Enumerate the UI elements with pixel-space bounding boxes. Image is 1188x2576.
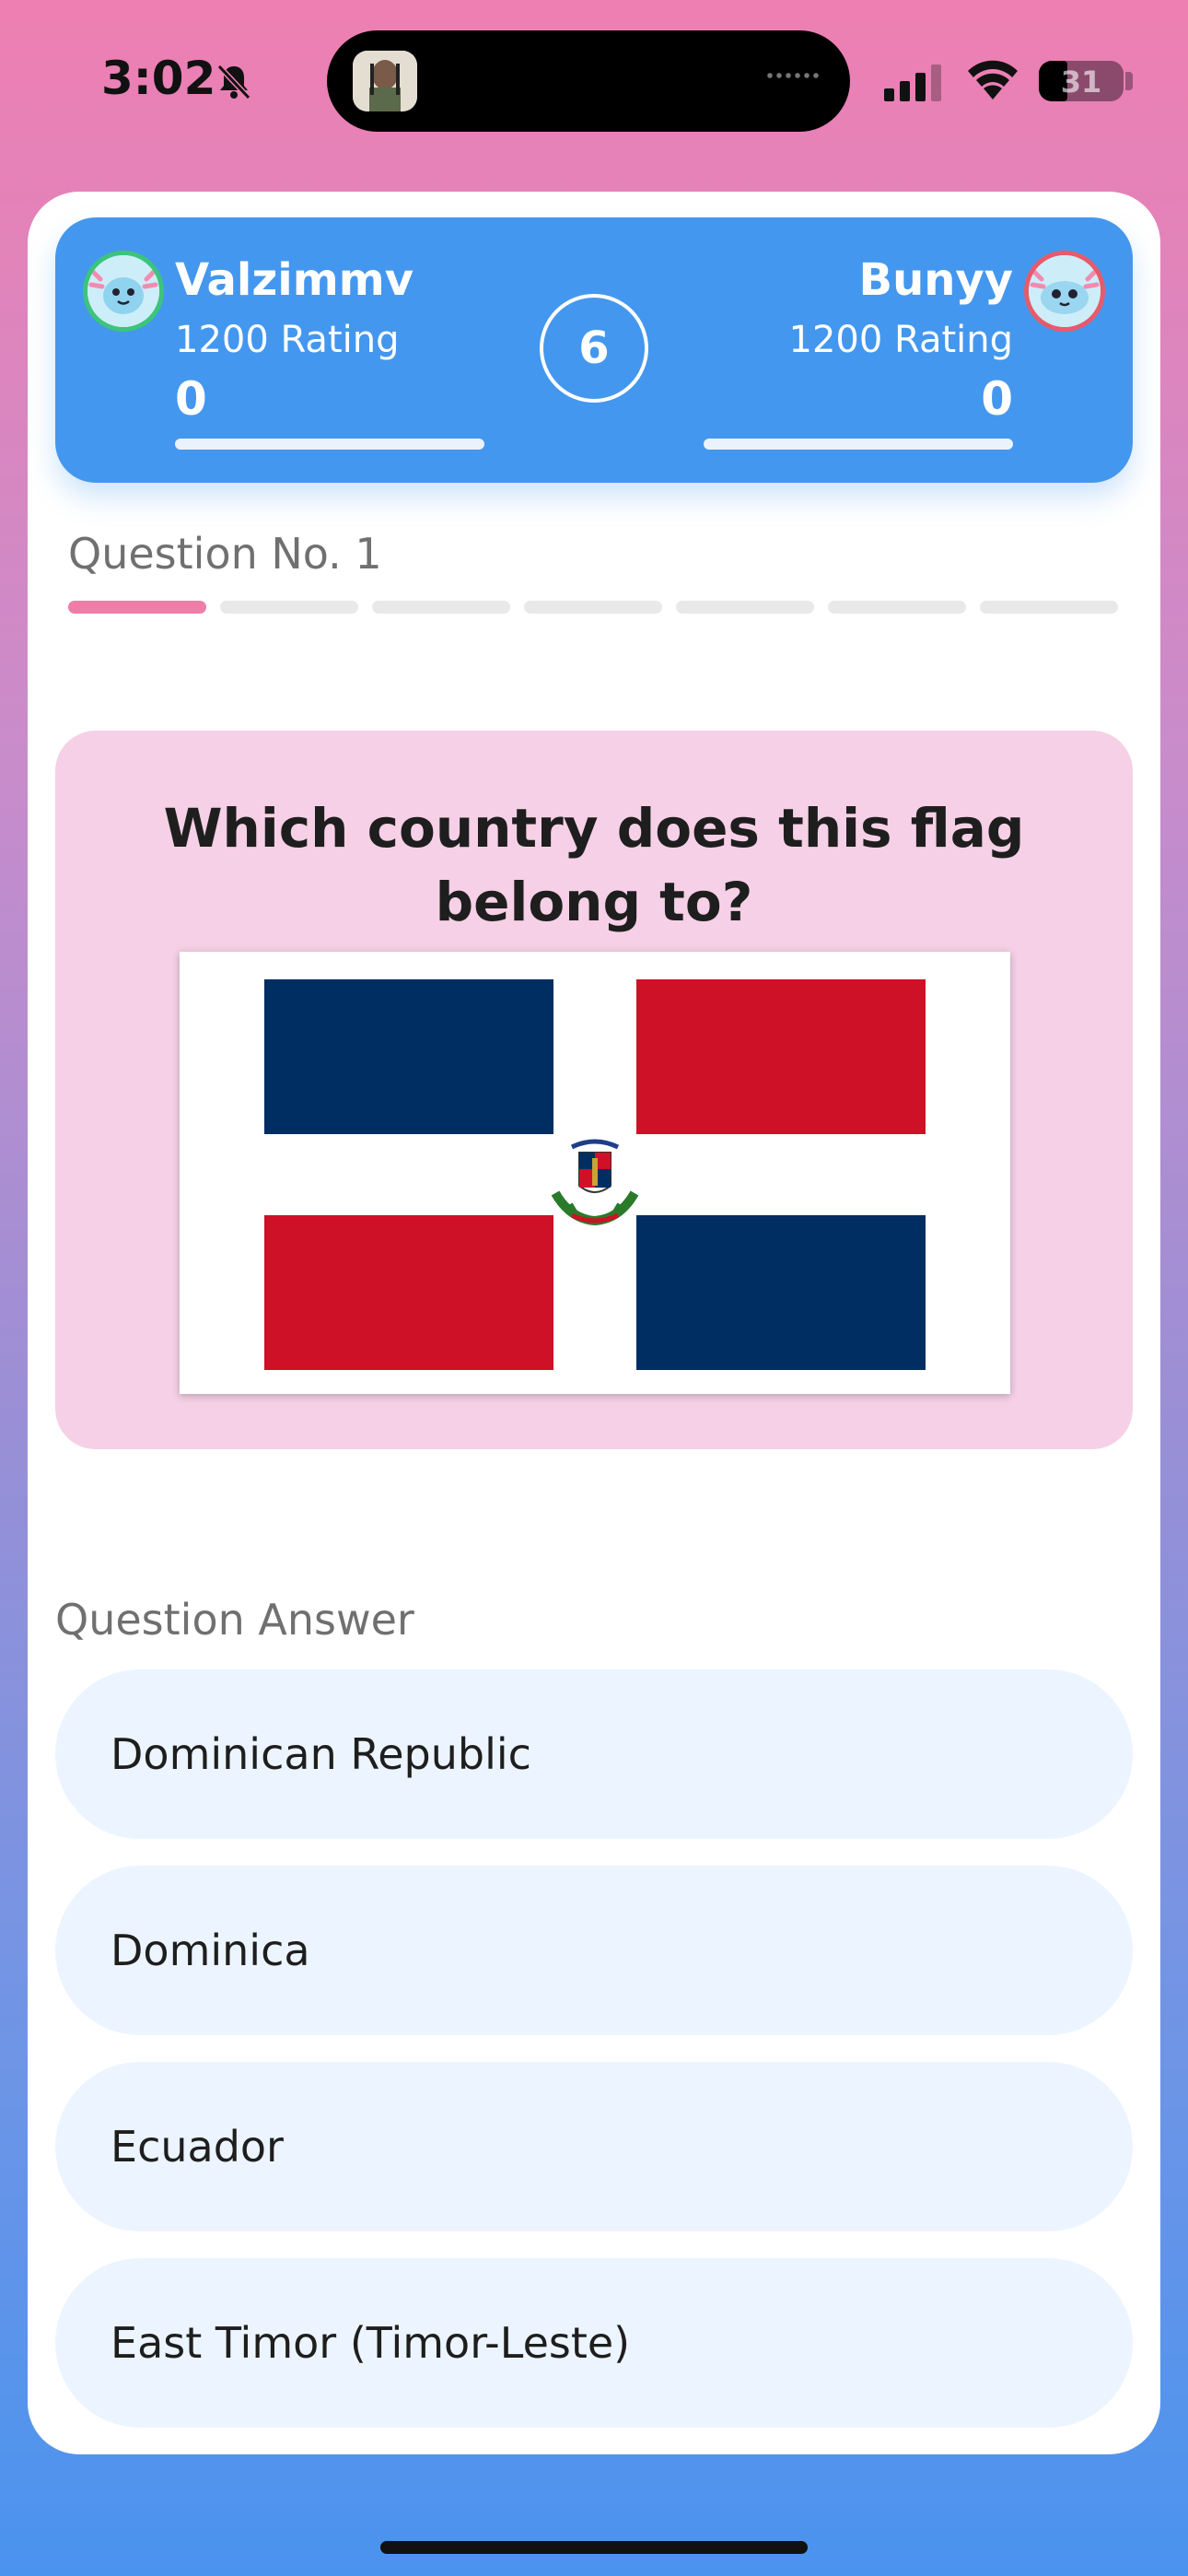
player-right-avatar <box>1024 251 1105 332</box>
wifi-icon <box>968 60 1018 100</box>
dynamic-island <box>327 30 850 132</box>
answer-option-2[interactable]: Dominica <box>55 1866 1133 2035</box>
battery-level: 31 <box>1060 64 1102 100</box>
bell-slash-icon <box>216 64 251 100</box>
battery-tip <box>1125 72 1133 90</box>
answer-option-1[interactable]: Dominican Republic <box>55 1669 1133 1839</box>
progress-segment <box>828 601 966 614</box>
scoreboard: Valzimmv 1200 Rating 0 6 Bunyy 1200 Rati… <box>55 217 1133 483</box>
flag-image <box>180 952 1010 1394</box>
home-indicator[interactable] <box>380 2541 808 2554</box>
player-left-avatar <box>83 251 164 332</box>
status-time: 3:02 <box>101 52 216 105</box>
island-dots-icon <box>765 71 821 80</box>
player-right-score: 0 <box>981 372 1013 426</box>
player-left-rating: 1200 Rating <box>175 319 400 361</box>
player-left-name: Valzimmv <box>175 254 414 306</box>
player-right-rating: 1200 Rating <box>788 319 1013 361</box>
question-card: Which country does this flag belong to? <box>55 731 1133 1449</box>
answer-option-4[interactable]: East Timor (Timor-Leste) <box>55 2258 1133 2428</box>
progress-segment <box>676 601 814 614</box>
quiz-card: Valzimmv 1200 Rating 0 6 Bunyy 1200 Rati… <box>28 192 1160 2454</box>
player-right-name: Bunyy <box>858 254 1013 306</box>
question-number: Question No. 1 <box>68 529 382 579</box>
player-left-score: 0 <box>175 372 207 426</box>
battery-icon: 31 <box>1039 61 1124 101</box>
player-right-score-bar <box>704 439 1013 450</box>
progress-segment <box>220 601 358 614</box>
now-playing-thumbnail <box>353 51 417 111</box>
progress-segment <box>980 601 1118 614</box>
cellular-signal-icon <box>884 64 941 101</box>
player-left-score-bar <box>175 439 484 450</box>
progress-segment <box>524 601 662 614</box>
progress-segment <box>68 601 206 614</box>
countdown-timer: 6 <box>540 294 648 403</box>
question-text: Which country does this flag belong to? <box>163 797 1025 933</box>
coat-of-arms-icon <box>551 1139 639 1226</box>
progress-segment <box>372 601 510 614</box>
question-progress <box>68 601 1120 614</box>
answers-label: Question Answer <box>55 1595 414 1645</box>
dominican-flag-icon <box>264 979 926 1370</box>
answer-option-3[interactable]: Ecuador <box>55 2062 1133 2231</box>
